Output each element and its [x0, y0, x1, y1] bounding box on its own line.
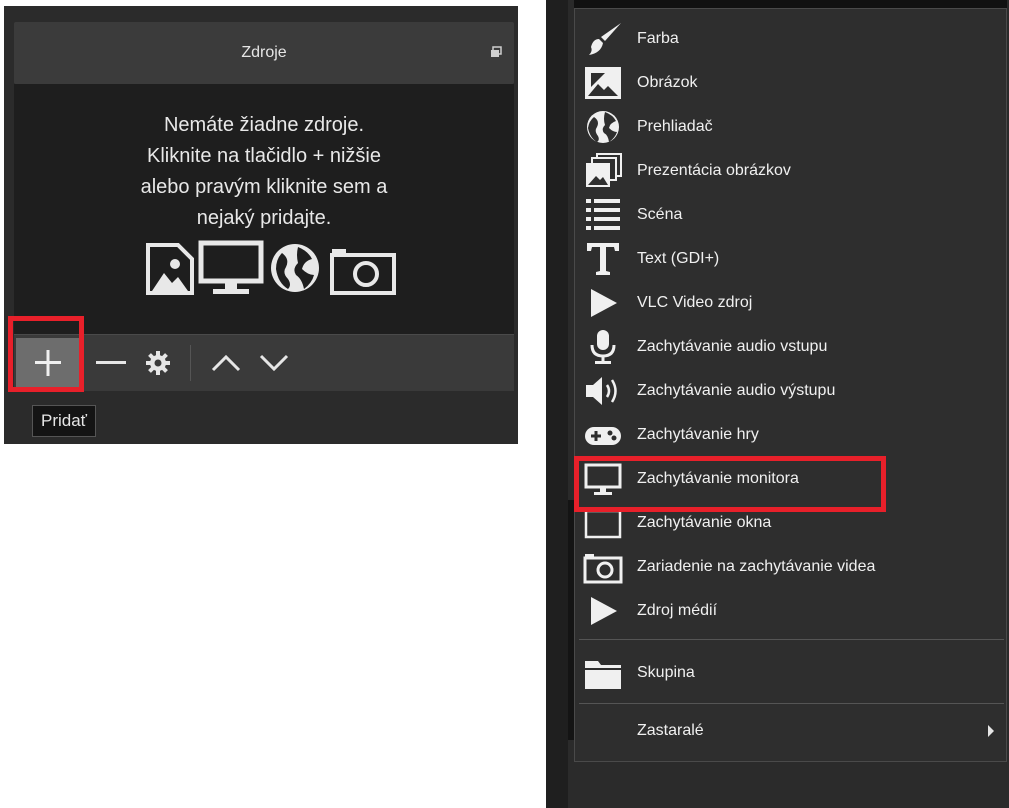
menu-item-color[interactable]: Farba	[575, 17, 1006, 61]
menu-item-audio-input[interactable]: Zachytávanie audio vstupu	[575, 325, 1006, 369]
gamepad-icon	[585, 427, 621, 445]
camera-icon	[583, 554, 623, 584]
menu-item-label: Farba	[637, 30, 679, 47]
sources-list-empty[interactable]: Nemáte žiadne zdroje. Kliknite na tlačid…	[14, 84, 514, 334]
menu-item-browser[interactable]: Prehliadač	[575, 105, 1006, 149]
dock-title: Zdroje	[241, 44, 287, 61]
menu-item-label: Zachytávanie hry	[637, 426, 759, 443]
source-properties-button[interactable]	[136, 335, 180, 391]
float-dock-icon[interactable]	[490, 46, 502, 58]
brush-icon	[589, 23, 621, 55]
menu-item-label: Skupina	[637, 664, 695, 681]
menu-item-label: Prezentácia obrázkov	[637, 162, 791, 179]
menu-item-game-capture[interactable]: Zachytávanie hry	[575, 413, 1006, 457]
submenu-arrow-icon	[988, 725, 994, 737]
add-source-menu: Farba Obrázok Prehliadač Prezentácia obr…	[574, 8, 1007, 762]
menu-top-edge	[574, 0, 1007, 8]
empty-message-line: Kliknite na tlačidlo + nižšie	[146, 145, 381, 167]
menu-item-slideshow[interactable]: Prezentácia obrázkov	[575, 149, 1006, 193]
background-window-edge	[546, 0, 568, 808]
menu-item-label: Obrázok	[637, 74, 698, 91]
sources-toolbar	[14, 334, 514, 391]
menu-separator	[579, 639, 1004, 640]
menu-item-image[interactable]: Obrázok	[575, 61, 1006, 105]
menu-item-label: Prehliadač	[637, 118, 713, 135]
menu-item-deprecated[interactable]: Zastaralé	[575, 709, 1006, 753]
menu-item-audio-output[interactable]: Zachytávanie audio výstupu	[575, 369, 1006, 413]
menu-item-label: VLC Video zdroj	[637, 294, 753, 311]
image-icon	[146, 243, 194, 295]
add-tooltip: Pridať	[32, 405, 97, 437]
move-down-button[interactable]	[252, 335, 296, 391]
folder-icon	[585, 661, 621, 689]
empty-message-line: alebo pravým kliknite sem a	[140, 176, 388, 198]
menu-item-vlc-source[interactable]: VLC Video zdroj	[575, 281, 1006, 325]
menu-item-label: Zdroj médií	[637, 602, 718, 619]
toolbar-separator	[190, 345, 191, 381]
text-icon	[587, 243, 619, 275]
monitor-icon	[198, 240, 264, 294]
menu-item-label: Zastaralé	[637, 722, 704, 739]
empty-message-line: nejaký pridajte.	[196, 207, 332, 229]
camera-icon	[330, 249, 396, 295]
image-icon	[585, 67, 621, 99]
menu-item-label: Zariadenie na zachytávanie videa	[637, 558, 876, 575]
play-icon	[591, 289, 617, 317]
remove-source-button[interactable]	[86, 335, 136, 391]
globe-icon	[271, 244, 319, 292]
display-capture-highlight	[574, 456, 886, 512]
menu-item-label: Zachytávanie audio vstupu	[637, 338, 828, 355]
remove-icon	[96, 361, 126, 364]
menu-item-video-capture-device[interactable]: Zariadenie na zachytávanie videa	[575, 545, 1006, 589]
menu-item-media-source[interactable]: Zdroj médií	[575, 589, 1006, 633]
menu-item-group[interactable]: Skupina	[575, 651, 1006, 695]
move-up-button[interactable]	[204, 335, 248, 391]
empty-message: Nemáte žiadne zdroje. Kliknite na tlačid…	[14, 110, 514, 234]
dock-title-bar: Zdroje	[14, 22, 514, 84]
chevron-down-icon	[259, 354, 289, 372]
empty-message-line: Nemáte žiadne zdroje.	[163, 114, 365, 136]
add-button-highlight	[8, 316, 84, 392]
empty-icons-row	[144, 239, 404, 297]
menu-item-text[interactable]: Text (GDI+)	[575, 237, 1006, 281]
menu-item-label: Text (GDI+)	[637, 250, 720, 267]
menu-item-scene[interactable]: Scéna	[575, 193, 1006, 237]
slideshow-icon	[586, 153, 622, 187]
gear-icon	[146, 351, 170, 375]
globe-icon	[587, 111, 619, 143]
menu-item-label: Scéna	[637, 206, 683, 223]
chevron-up-icon	[211, 354, 241, 372]
list-icon	[586, 199, 620, 230]
menu-item-label: Zachytávanie audio výstupu	[637, 382, 836, 399]
menu-separator	[579, 703, 1004, 704]
microphone-icon	[590, 330, 616, 364]
play-icon	[591, 597, 617, 625]
speaker-icon	[586, 377, 617, 405]
